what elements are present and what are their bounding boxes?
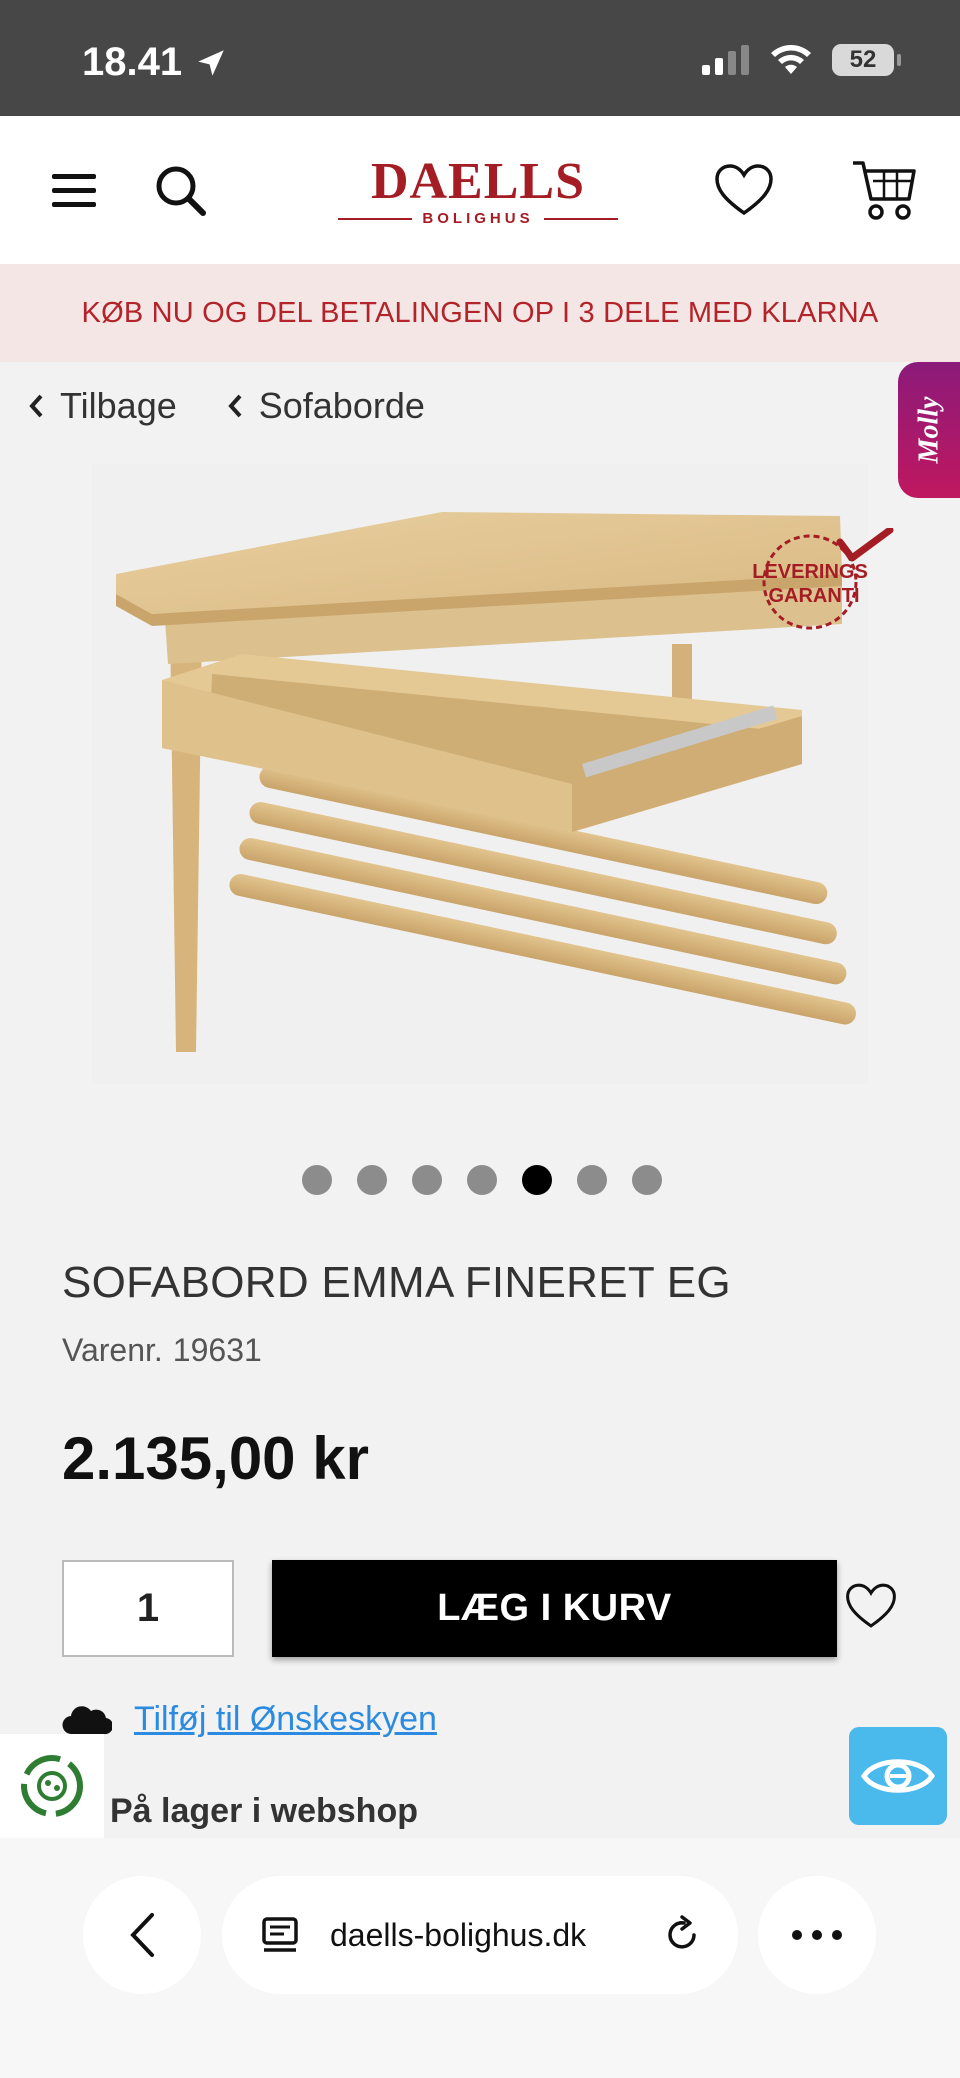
hamburger-menu-icon [52, 174, 96, 207]
wishlist-link-text[interactable]: Tilføj til Ønskeskyen [134, 1700, 437, 1739]
address-bar[interactable]: daells-bolighus.dk [222, 1876, 738, 1994]
heart-icon [715, 164, 773, 216]
chevron-left-icon [130, 1913, 154, 1957]
status-time: 18.41 [82, 40, 228, 85]
browser-toolbar: daells-bolighus.dk [0, 1838, 960, 2078]
clock-text: 18.41 [82, 40, 183, 84]
category-link[interactable]: Sofaborde [227, 385, 425, 427]
eco-badge[interactable] [0, 1734, 104, 1838]
favorites-button[interactable] [708, 154, 780, 226]
product-title: SOFABORD EMMA FINERET EG [62, 1258, 731, 1307]
status-indicators: 52 [702, 44, 901, 76]
badge-line1: LEVERINGS [752, 561, 868, 583]
delivery-guarantee-badge: LEVERINGS GARANTI [752, 528, 894, 630]
category-link-label: Sofaborde [258, 385, 425, 426]
product-sku: Varenr. 19631 [62, 1332, 262, 1369]
add-to-favorites-button[interactable] [845, 1582, 897, 1635]
url-text: daells-bolighus.dk [330, 1916, 587, 1953]
checkmark-icon [836, 528, 894, 562]
add-to-cart-button[interactable]: LÆG I KURV [272, 1560, 837, 1657]
product-price: 2.135,00 kr [62, 1425, 369, 1492]
back-link[interactable]: Tilbage [28, 385, 177, 427]
logo-subtext: BOLIGHUS [422, 210, 534, 227]
recycle-icon [21, 1755, 83, 1817]
logo-wordmark: DAELLS [370, 153, 586, 210]
location-arrow-icon [198, 49, 224, 76]
site-header: DAELLS BOLIGHUS [0, 116, 960, 264]
search-icon [156, 166, 206, 216]
menu-button[interactable] [38, 154, 110, 226]
logo-rule-right [543, 217, 619, 220]
carousel-dot-active[interactable] [522, 1165, 552, 1195]
promo-text: KØB NU OG DEL BETALINGEN OP I 3 DELE MED… [81, 296, 879, 329]
battery-icon: 52 [832, 44, 901, 76]
wishlist-cloud-link[interactable]: Tilføj til Ønskeskyen [62, 1700, 437, 1739]
logo-rule-left [338, 217, 413, 220]
molly-label: Molly [913, 396, 945, 464]
heart-icon [846, 1583, 896, 1628]
cloud-icon [62, 1705, 112, 1734]
carousel-dot[interactable] [577, 1165, 607, 1195]
sku-value: 19631 [172, 1332, 262, 1368]
reload-icon[interactable] [662, 1915, 702, 1955]
logo-subline: BOLIGHUS [338, 210, 619, 227]
shopping-cart-icon [853, 161, 916, 220]
eye-icon [861, 1759, 935, 1793]
carousel-dot[interactable] [357, 1165, 387, 1195]
breadcrumb: Tilbage Sofaborde [28, 385, 425, 427]
cart-button[interactable] [848, 154, 920, 226]
search-button[interactable] [144, 154, 216, 226]
chevron-left-icon [29, 394, 43, 418]
cellular-signal-icon [702, 45, 749, 75]
more-dots-icon [792, 1930, 842, 1940]
stock-status: På lager i webshop [110, 1792, 418, 1830]
badge-line2: GARANTI [768, 585, 859, 607]
carousel-dot[interactable] [412, 1165, 442, 1195]
molly-chat-tab[interactable]: Molly [898, 362, 960, 498]
carousel-dot[interactable] [467, 1165, 497, 1195]
chevron-left-icon [228, 394, 242, 418]
sku-label: Varenr. [62, 1332, 163, 1368]
accessibility-button[interactable] [849, 1727, 947, 1825]
wifi-icon [771, 45, 811, 74]
carousel-dot[interactable] [302, 1165, 332, 1195]
back-link-label: Tilbage [60, 385, 177, 426]
browser-back-button[interactable] [83, 1876, 201, 1994]
page-menu-icon [262, 1917, 298, 1952]
quantity-input[interactable]: 1 [62, 1560, 234, 1657]
status-bar: 18.41 52 [0, 0, 960, 116]
battery-level: 52 [849, 46, 877, 73]
carousel-dots [302, 1165, 662, 1195]
carousel-dot[interactable] [632, 1165, 662, 1195]
site-logo[interactable]: DAELLS BOLIGHUS [338, 153, 619, 232]
browser-more-button[interactable] [758, 1876, 876, 1994]
promo-banner[interactable]: KØB NU OG DEL BETALINGEN OP I 3 DELE MED… [0, 264, 960, 362]
